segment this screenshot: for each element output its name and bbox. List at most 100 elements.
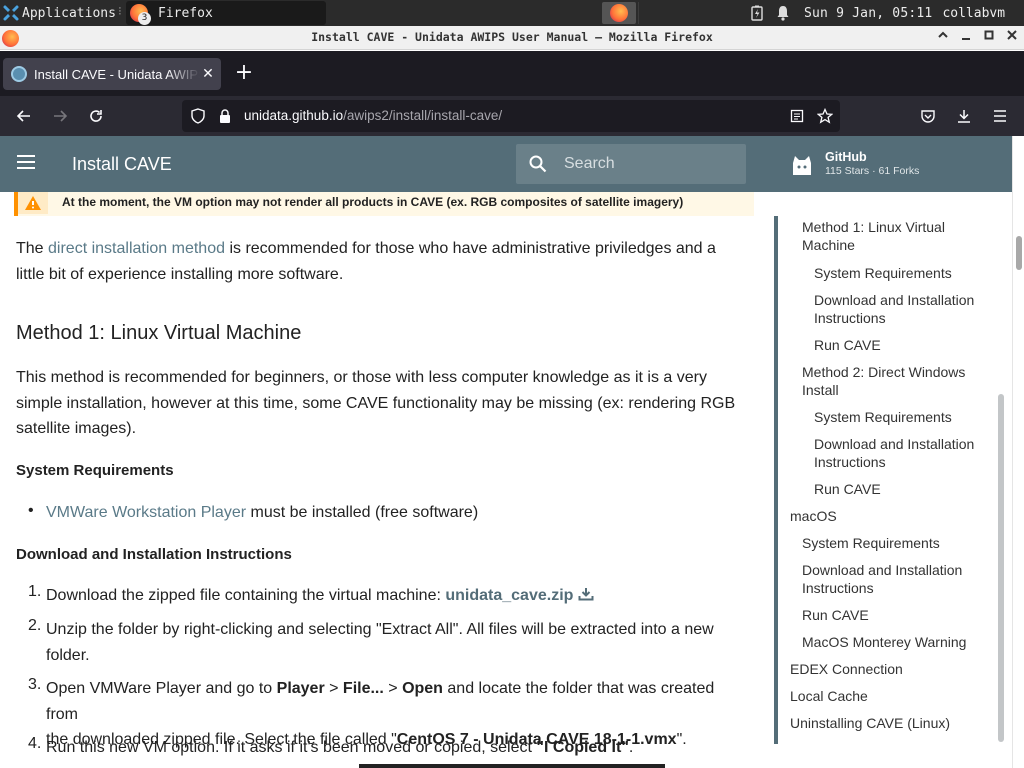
warning-admonition: At the moment, the VM option may not ren…	[14, 192, 754, 216]
method-1-paragraph: This method is recommended for beginners…	[16, 365, 744, 442]
reader-view-icon[interactable]	[788, 107, 806, 125]
taskbar-task-label: Firefox	[158, 5, 213, 21]
maximize-up-icon[interactable]	[934, 28, 951, 47]
toc-item-system-requirements[interactable]: System Requirements	[814, 264, 952, 282]
p1-suffix: is recommended for those who have admini…	[225, 240, 716, 257]
lock-icon[interactable]	[216, 107, 234, 125]
step-3-text: Open VMWare Player and go to	[46, 680, 277, 697]
req-suffix: must be installed (free software)	[246, 504, 479, 521]
step-number: 1.	[28, 583, 42, 600]
list-item: VMWare Workstation Player must be instal…	[46, 500, 746, 526]
toc-item-download-instructions[interactable]: Download and Installation Instructions	[814, 291, 994, 327]
page-scrollbar[interactable]	[1012, 136, 1024, 768]
vmware-player-link[interactable]: VMWare Workstation Player	[46, 504, 246, 521]
step-number: 3.	[28, 676, 42, 693]
list-item: Unzip the folder by right-clicking and s…	[46, 617, 746, 668]
unidata-cave-zip-link[interactable]: unidata_cave.zip	[445, 587, 573, 604]
url-host: unidata.github.io	[244, 108, 344, 123]
minimize-button[interactable]	[957, 28, 974, 47]
warning-icon	[18, 192, 48, 214]
intro-paragraph: The direct installation method is recomm…	[16, 236, 744, 287]
toc-item-download-instructions[interactable]: Download and Installation Instructions	[802, 561, 992, 597]
github-icon	[793, 156, 811, 175]
toc-scrollbar[interactable]	[997, 216, 1005, 744]
window-title: Install CAVE - Unidata AWIPS User Manual…	[311, 30, 713, 44]
toc-item-monterey-warning[interactable]: MacOS Monterey Warning	[802, 633, 966, 651]
menu-player: Player	[276, 680, 325, 697]
menu-open: Open	[402, 680, 443, 697]
user-menu[interactable]: collabvm	[942, 6, 1005, 21]
page-scrollbar-thumb[interactable]	[1016, 236, 1022, 270]
toc-item-macos[interactable]: macOS	[790, 507, 837, 525]
list-item: Download the zipped file containing the …	[46, 583, 746, 609]
search-input[interactable]: Search	[564, 155, 615, 173]
main-content: At the moment, the VM option may not ren…	[14, 192, 756, 768]
address-bar[interactable]: unidata.github.io/awips2/install/install…	[182, 100, 840, 132]
new-tab-button[interactable]: +	[232, 61, 256, 85]
workspace-switcher-2[interactable]	[638, 2, 738, 24]
toc-item-system-requirements[interactable]: System Requirements	[802, 534, 940, 552]
tab-close-icon[interactable]: ✕	[200, 66, 216, 82]
download-icon[interactable]	[578, 587, 594, 601]
step-4-text: Run this new VM option. If it asks if it…	[46, 739, 537, 756]
p2-line1: This method is recommended for beginners…	[16, 369, 707, 386]
step-4-end: .	[628, 739, 634, 756]
firefox-icon: 3	[130, 4, 151, 25]
notification-bell-icon[interactable]	[770, 0, 796, 26]
arrow-separator: >	[324, 680, 343, 697]
applications-label: Applications	[22, 5, 116, 21]
toc-item-edex-connection[interactable]: EDEX Connection	[790, 660, 903, 678]
forward-button[interactable]	[47, 103, 73, 129]
search-box[interactable]: Search	[516, 144, 746, 184]
table-of-contents: Method 1: Linux Virtual Machine System R…	[774, 216, 1006, 744]
window-titlebar[interactable]: Install CAVE - Unidata AWIPS User Manual…	[0, 26, 1024, 50]
toc-item-method-2[interactable]: Method 2: Direct Windows Install	[802, 363, 982, 399]
repo-facts: 115 Stars · 61 Forks	[825, 165, 920, 177]
reload-button[interactable]	[83, 103, 109, 129]
toc-item-method-1[interactable]: Method 1: Linux Virtual Machine	[802, 218, 982, 254]
clock[interactable]: Sun 9 Jan, 05:11	[804, 6, 932, 21]
tab-strip: Install CAVE - Unidata AWIPS ✕ +	[0, 51, 1024, 96]
window-count-badge: 3	[138, 12, 151, 25]
toc-item-uninstalling-cave[interactable]: Uninstalling CAVE (Linux)	[790, 714, 950, 732]
back-button[interactable]	[11, 103, 37, 129]
github-repo-link[interactable]: GitHub 115 Stars · 61 Forks	[790, 150, 919, 180]
pocket-icon[interactable]	[915, 103, 941, 129]
tracking-shield-icon[interactable]	[189, 107, 207, 125]
list-item: Run this new VM option. If it asks if it…	[46, 735, 746, 761]
url-text[interactable]: unidata.github.io/awips2/install/install…	[244, 108, 502, 123]
downloads-icon[interactable]	[951, 103, 977, 129]
toc-item-run-cave[interactable]: Run CAVE	[814, 336, 881, 354]
p2-line3: satellite images).	[16, 420, 137, 437]
step-number: 2.	[28, 617, 42, 634]
toc-item-local-cache[interactable]: Local Cache	[790, 687, 868, 705]
toc-item-run-cave[interactable]: Run CAVE	[802, 606, 869, 624]
repo-name: GitHub	[825, 150, 867, 164]
hamburger-menu-icon[interactable]	[987, 103, 1013, 129]
url-path: /awips2/install/install-cave/	[343, 108, 503, 123]
bookmark-star-icon[interactable]	[816, 107, 834, 125]
p1-line2: little bit of experience installing more…	[16, 265, 344, 283]
battery-icon[interactable]	[744, 0, 770, 26]
step-1-text: Download the zipped file containing the …	[46, 587, 446, 604]
menu-icon[interactable]	[16, 154, 40, 174]
applications-menu[interactable]: Applications	[0, 0, 116, 26]
direct-installation-link[interactable]: direct installation method	[48, 240, 225, 257]
close-button[interactable]	[1003, 28, 1020, 47]
step-number: 4.	[28, 735, 42, 752]
taskbar-firefox-button[interactable]: 3 Firefox	[126, 1, 326, 25]
warning-text: At the moment, the VM option may not ren…	[62, 195, 684, 209]
xfce-logo-icon	[3, 5, 19, 21]
toc-item-run-cave[interactable]: Run CAVE	[814, 480, 881, 498]
heading-method-1: Method 1: Linux Virtual Machine	[16, 322, 302, 344]
step-2-line1: Unzip the folder by right-clicking and s…	[46, 621, 714, 638]
toc-item-system-requirements[interactable]: System Requirements	[814, 408, 952, 426]
toc-scrollbar-thumb[interactable]	[998, 394, 1004, 742]
restore-button[interactable]	[980, 28, 997, 47]
step-2-line2: folder.	[46, 646, 90, 664]
toc-item-download-instructions[interactable]: Download and Installation Instructions	[814, 435, 994, 471]
i-copied-it: "I Copied It"	[536, 739, 629, 756]
workspace-switcher-1[interactable]	[602, 2, 636, 24]
taskbar-separator: ⁝	[118, 4, 122, 18]
tab-install-cave[interactable]: Install CAVE - Unidata AWIPS ✕	[3, 58, 221, 90]
